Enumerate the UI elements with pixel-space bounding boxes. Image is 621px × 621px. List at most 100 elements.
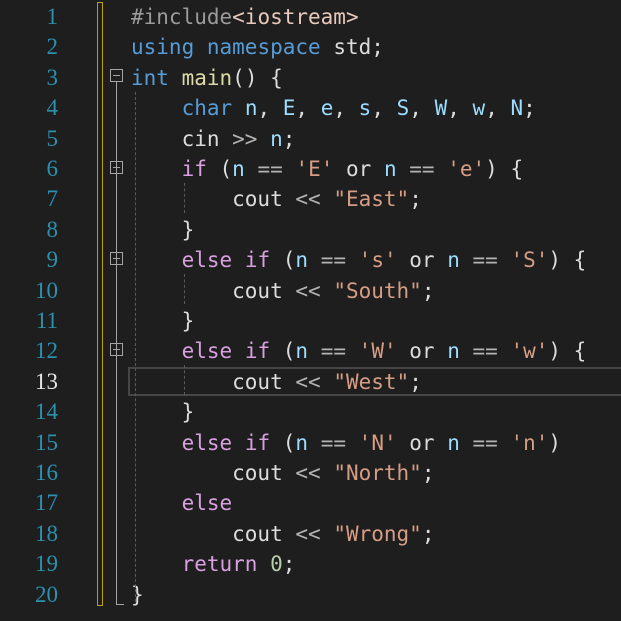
code-token: n [270, 126, 283, 151]
code-token: ; [282, 552, 296, 577]
code-token: n [447, 430, 460, 455]
code-token: == [320, 430, 347, 455]
code-token: n [295, 248, 309, 273]
code-text[interactable]: cout << "East"; [131, 184, 422, 214]
code-token: ( [270, 430, 296, 455]
code-line[interactable]: 17 else [0, 488, 621, 518]
code-text[interactable]: char n, E, e, s, S, W, w, N; [131, 93, 536, 123]
code-line[interactable]: 2 using namespace std; [0, 32, 621, 62]
code-token: "East" [333, 187, 410, 212]
code-text[interactable]: using namespace std; [131, 32, 384, 62]
code-line[interactable]: 8 } [0, 215, 621, 245]
code-line[interactable]: 16 cout << "North"; [0, 458, 621, 488]
line-number: 10 [35, 277, 58, 303]
code-token: ( [270, 248, 296, 273]
code-text[interactable]: else if (n == 's' or n == 'S') { [131, 245, 587, 275]
code-line[interactable]: 7 cout << "East"; [0, 184, 621, 214]
code-text[interactable]: else if (n == 'N' or n == 'n') [131, 428, 561, 458]
fold-region-end [116, 604, 124, 605]
code-line[interactable]: 19 return 0; [0, 549, 621, 579]
code-token: else [181, 430, 233, 455]
code-line[interactable]: 11 } [0, 306, 621, 336]
code-token: n [244, 96, 258, 121]
code-token: else [181, 339, 233, 364]
code-line[interactable]: 1 #include<iostream> [0, 2, 621, 32]
code-token: cin [131, 126, 233, 151]
code-token: or [396, 339, 448, 364]
code-text[interactable]: cout << "Wrong"; [131, 519, 434, 549]
code-token: N [510, 96, 524, 121]
fold-collapse-icon[interactable] [110, 69, 123, 82]
code-token: , [333, 96, 359, 121]
code-token: ; [523, 96, 536, 121]
code-token: s [358, 96, 372, 121]
code-token: return [181, 552, 258, 577]
code-token: n [447, 248, 460, 273]
code-text[interactable]: cin >> n; [131, 124, 296, 154]
code-text[interactable]: } [131, 215, 195, 245]
code-line[interactable]: 15 else if (n == 'N' or n == 'n') [0, 428, 621, 458]
code-token: n [295, 339, 309, 364]
code-token: () { [232, 65, 283, 90]
code-line[interactable]: 4 char n, E, e, s, S, W, w, N; [0, 93, 621, 123]
code-text[interactable]: return 0; [131, 549, 296, 579]
code-line[interactable]: 20} [0, 580, 621, 610]
code-token: int [131, 65, 169, 90]
code-text[interactable]: else if (n == 'W' or n == 'w') { [131, 336, 587, 366]
code-token: << [295, 278, 321, 303]
code-line[interactable]: 12 else if (n == 'W' or n == 'w') { [0, 336, 621, 366]
code-line[interactable]: 3 int main() { [0, 63, 621, 93]
code-text[interactable]: cout << "West"; [131, 367, 422, 397]
code-token: #include [131, 5, 233, 29]
code-text[interactable]: } [131, 306, 195, 336]
code-text[interactable]: } [131, 580, 144, 610]
code-token: std; [320, 35, 384, 60]
code-line[interactable]: 18 cout << "Wrong"; [0, 519, 621, 549]
code-token: ( [206, 157, 233, 181]
code-line[interactable]: 14 } [0, 397, 621, 427]
code-line[interactable]: 5 cin >> n; [0, 124, 621, 154]
code-token: cout [131, 278, 296, 303]
code-token: e [320, 96, 334, 121]
line-number: 5 [46, 125, 59, 151]
code-text[interactable]: cout << "North"; [131, 458, 434, 488]
code-editor[interactable]: 1 #include<iostream> 2 using namespace std;… [0, 0, 621, 621]
code-text[interactable]: } [131, 397, 195, 427]
code-token: ( [270, 339, 296, 364]
line-number: 13 [35, 368, 58, 394]
code-text[interactable]: if (n == 'E' or n == 'e') { [131, 154, 524, 184]
code-token: , [447, 96, 473, 121]
code-token: } [131, 400, 195, 425]
line-number: 12 [35, 338, 58, 364]
code-line[interactable]: 9 else if (n == 's' or n == 'S') { [0, 245, 621, 275]
code-text[interactable]: #include<iostream> [131, 2, 359, 32]
code-token: W [434, 96, 448, 121]
code-token: ) [548, 430, 562, 455]
code-token: == [472, 339, 498, 364]
code-token: S [396, 96, 410, 121]
code-token: 'e' [447, 157, 486, 181]
code-line[interactable]: 6 if (n == 'E' or n == 'e') { [0, 154, 621, 184]
line-number: 17 [35, 490, 58, 516]
code-token: "South" [333, 278, 422, 303]
code-text[interactable]: int main() { [131, 63, 283, 93]
code-token: >> [232, 126, 258, 151]
code-token: cout [131, 369, 296, 394]
indent-guide [135, 92, 136, 602]
line-number: 2 [46, 34, 59, 60]
code-text[interactable]: else [131, 488, 233, 518]
code-text[interactable]: cout << "South"; [131, 276, 434, 306]
code-line[interactable]: 13 cout << "West"; [0, 367, 621, 397]
code-line[interactable]: 10 cout << "South"; [0, 276, 621, 306]
